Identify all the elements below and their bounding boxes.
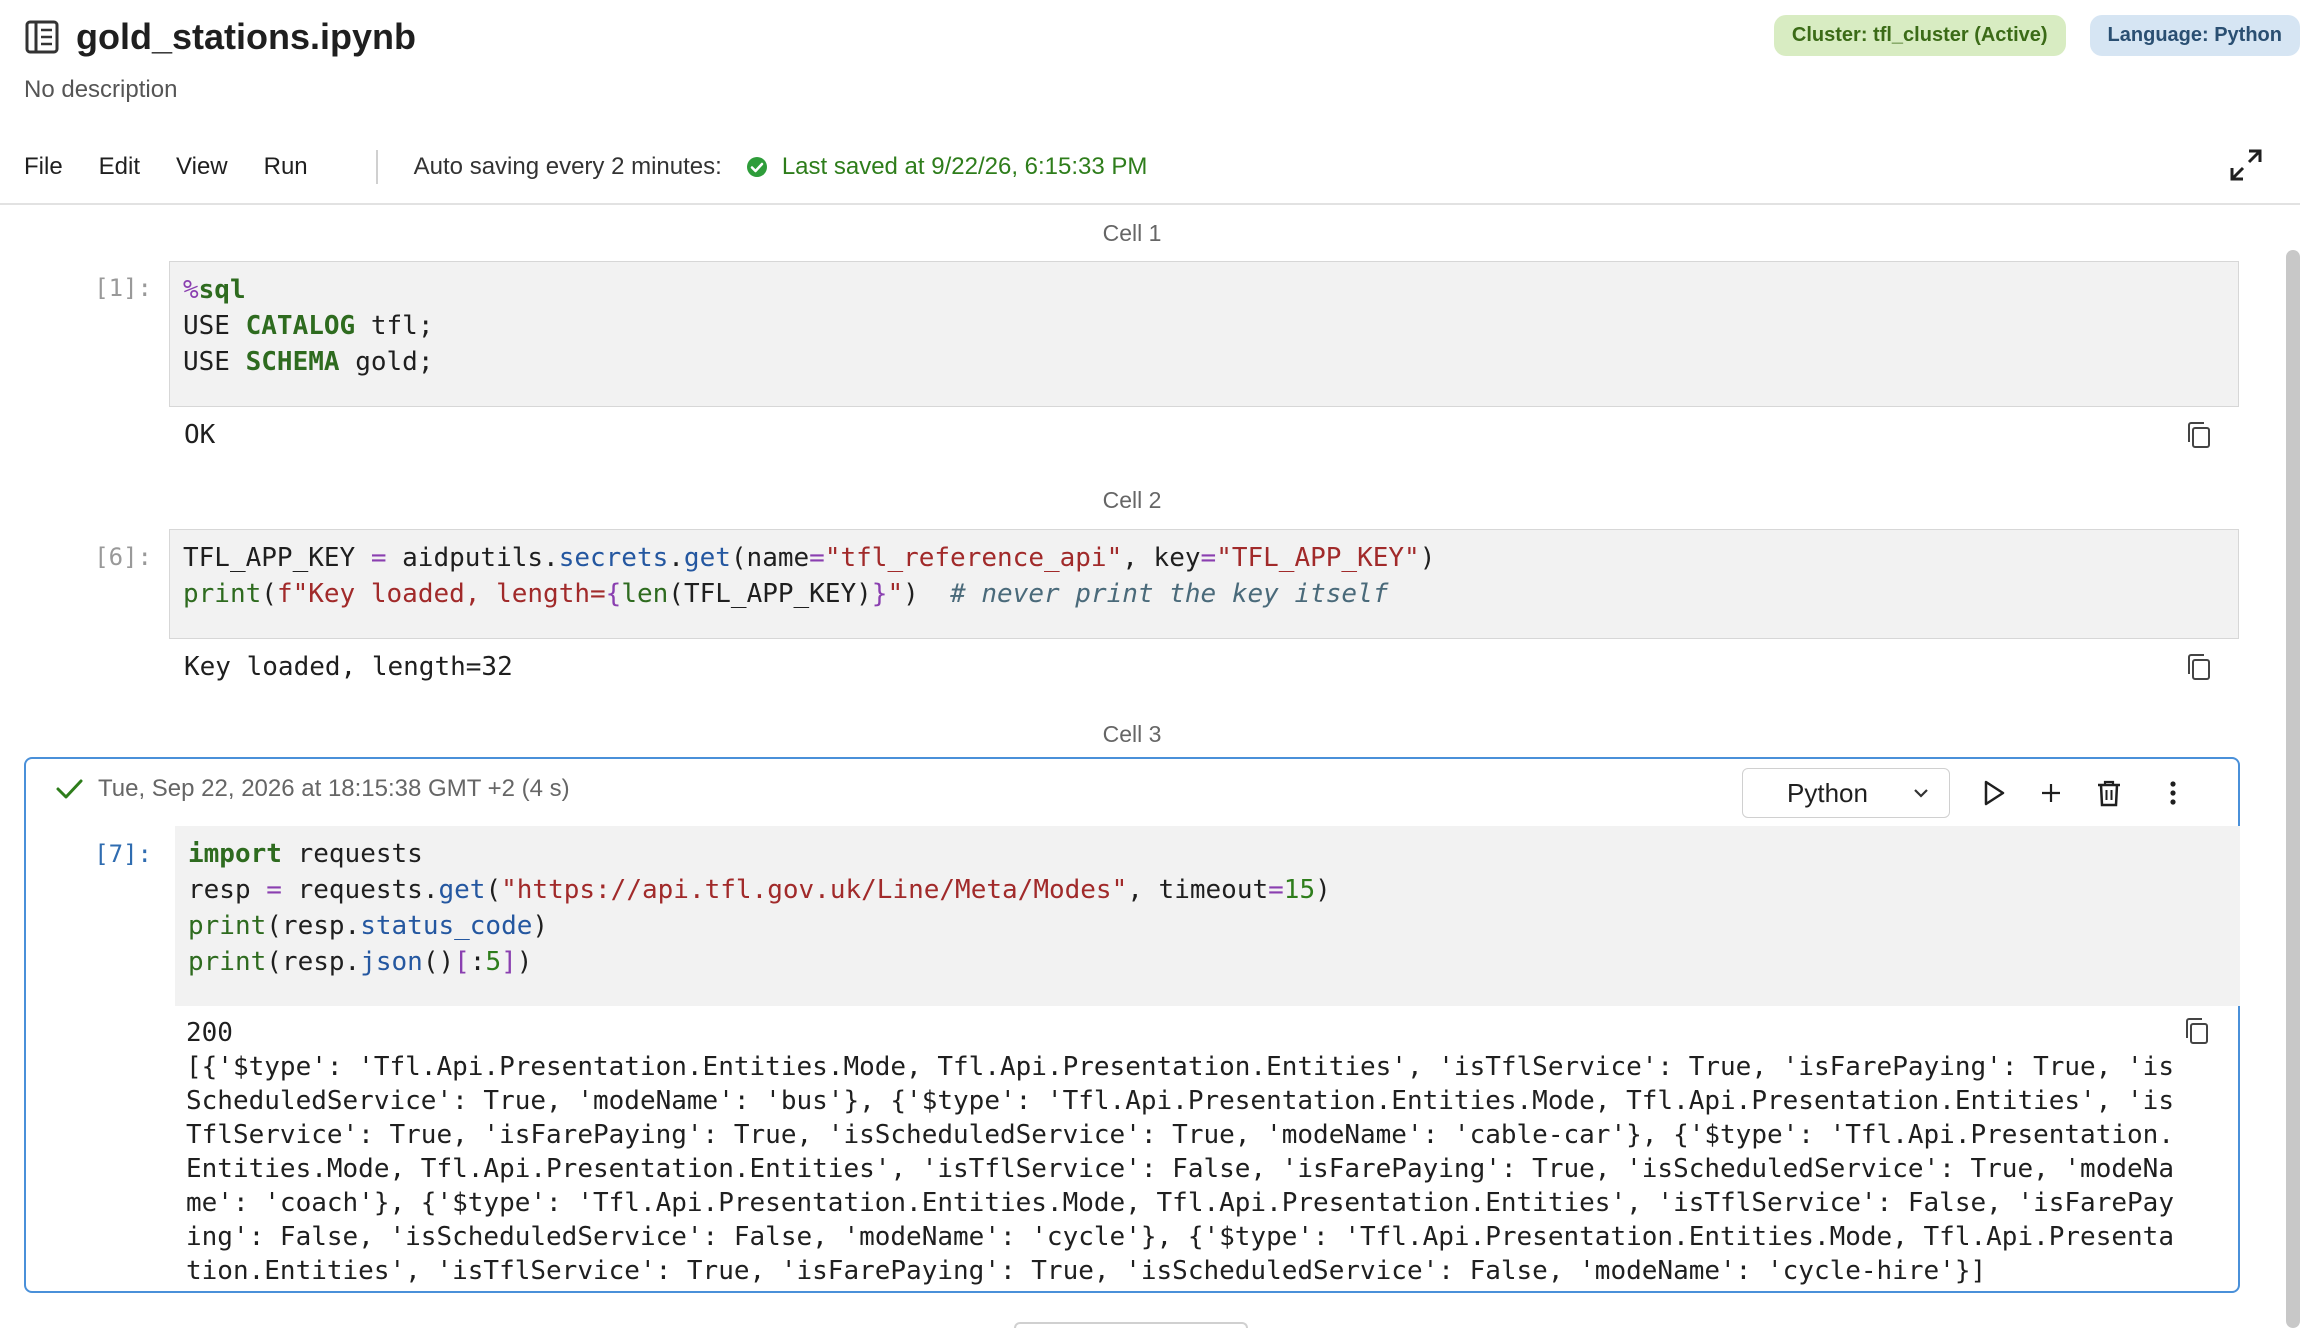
- menu-run[interactable]: Run: [264, 153, 308, 181]
- menu-edit[interactable]: Edit: [99, 153, 140, 181]
- cluster-status-badge[interactable]: Cluster: tfl_cluster (Active): [1773, 15, 2066, 56]
- cell-toolbar: Python: [1742, 768, 2188, 818]
- cell-output: Key loaded, length=32: [184, 652, 513, 682]
- output-line: TflService': True, 'isFarePaying': True,…: [186, 1120, 2174, 1150]
- code-editor[interactable]: %sql USE CATALOG tfl; USE SCHEMA gold;: [169, 261, 2239, 407]
- menu-view[interactable]: View: [176, 153, 228, 181]
- code-line: USE SCHEMA gold;: [183, 347, 434, 377]
- code-line: print(resp.json()[:5]): [188, 947, 533, 977]
- autosave-label: Auto saving every 2 minutes:: [413, 153, 722, 180]
- cell-label: Cell 1: [1102, 220, 1162, 246]
- notebook-header: gold_stations.ipynb No description Clust…: [0, 0, 2300, 205]
- language-select[interactable]: Python: [1742, 768, 1950, 818]
- trash-icon[interactable]: [2094, 778, 2124, 808]
- last-saved-text: Last saved at 9/22/26, 6:15:33 PM: [781, 153, 1148, 180]
- language-select-value: Python: [1787, 777, 1868, 808]
- output-line: [{'$type': 'Tfl.Api.Presentation.Entitie…: [186, 1052, 2174, 1082]
- code-line: resp = requests.get("https://api.tfl.gov…: [188, 875, 1331, 905]
- execution-timestamp: Tue, Sep 22, 2026 at 18:15:38 GMT +2 (4 …: [98, 775, 570, 802]
- code-editor[interactable]: import requests resp = requests.get("htt…: [175, 826, 2240, 1006]
- status-badges: Cluster: tfl_cluster (Active) Language: …: [1750, 15, 2300, 56]
- menu-file[interactable]: File: [24, 153, 63, 181]
- cell-output: OK: [184, 420, 216, 450]
- code-line: print(resp.status_code): [188, 911, 549, 941]
- output-line: 200: [186, 1018, 233, 1048]
- output-line: me': 'coach'}, {'$type': 'Tfl.Api.Presen…: [186, 1188, 2174, 1218]
- execution-info: Tue, Sep 22, 2026 at 18:15:38 GMT +2 (4 …: [54, 774, 570, 804]
- menu-bar: File Edit View Run Auto saving every 2 m…: [24, 150, 1147, 184]
- active-cell[interactable]: Tue, Sep 22, 2026 at 18:15:38 GMT +2 (4 …: [24, 757, 2240, 1293]
- output-line: ing': False, 'isScheduledService': False…: [186, 1222, 2174, 1252]
- cell-prompt: [1]:: [94, 274, 152, 302]
- cell-label: Cell 3: [1102, 721, 1162, 747]
- output-line: Entities.Mode, Tfl.Api.Presentation.Enti…: [186, 1154, 2174, 1184]
- copy-icon[interactable]: [2182, 1016, 2212, 1046]
- add-cell-button[interactable]: [1014, 1322, 1248, 1328]
- notebook-icon: [25, 20, 59, 54]
- notebook-description: No description: [24, 76, 178, 103]
- output-line: tion.Entities', 'isTflService': True, 'i…: [186, 1256, 1987, 1286]
- cell-prompt: [7]:: [94, 840, 152, 868]
- checkmark-icon: [56, 779, 83, 799]
- title-row: gold_stations.ipynb: [24, 16, 416, 58]
- cell-label: Cell 2: [1102, 487, 1162, 513]
- code-line: import requests: [188, 839, 423, 869]
- copy-icon[interactable]: [2184, 420, 2214, 450]
- code-editor[interactable]: TFL_APP_KEY = aidputils.secrets.get(name…: [169, 529, 2239, 639]
- cell-prompt: [6]:: [94, 543, 152, 571]
- language-badge[interactable]: Language: Python: [2089, 15, 2300, 56]
- code-line: TFL_APP_KEY = aidputils.secrets.get(name…: [183, 543, 1436, 573]
- last-saved-status: Last saved at 9/22/26, 6:15:33 PM: [746, 153, 1148, 181]
- output-line: ScheduledService': True, 'modeName': 'bu…: [186, 1086, 2174, 1116]
- check-circle-icon: [746, 157, 767, 177]
- cell-output: 200 [{'$type': 'Tfl.Api.Presentation.Enti…: [186, 1016, 2174, 1288]
- play-icon[interactable]: [1978, 778, 2008, 808]
- code-line: print(f"Key loaded, length={len(TFL_APP_…: [183, 579, 1389, 609]
- kebab-icon[interactable]: [2158, 778, 2188, 808]
- page-title: gold_stations.ipynb: [76, 16, 417, 57]
- code-line: %sql: [183, 275, 246, 305]
- menu-divider: [375, 150, 378, 184]
- chevron-down-icon: [1914, 789, 1928, 798]
- expand-icon[interactable]: [2228, 147, 2264, 183]
- scrollbar[interactable]: [2286, 250, 2300, 1328]
- code-line: USE CATALOG tfl;: [183, 311, 434, 341]
- copy-icon[interactable]: [2184, 652, 2214, 682]
- plus-icon[interactable]: [2036, 778, 2066, 808]
